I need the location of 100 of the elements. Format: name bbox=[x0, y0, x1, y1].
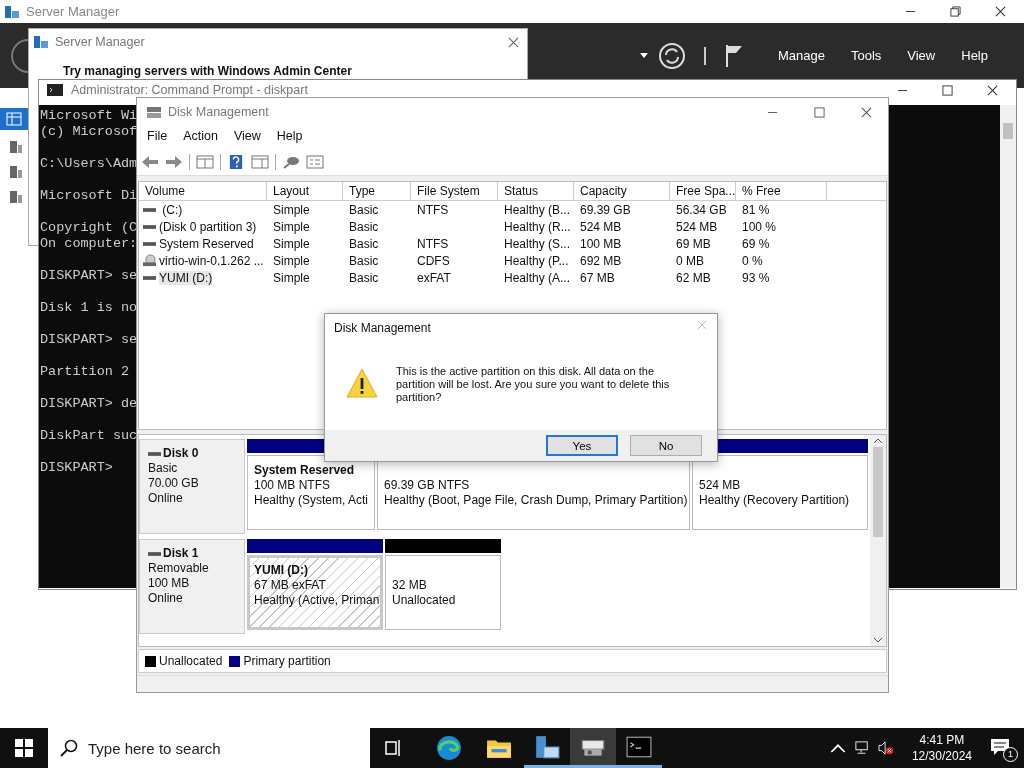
table-cell: 69 % bbox=[742, 236, 770, 251]
forward-arrow-icon[interactable] bbox=[165, 155, 183, 169]
scroll-down-icon[interactable] bbox=[874, 638, 882, 643]
console-line: Microsoft Wi bbox=[40, 108, 138, 124]
dialog-button[interactable]: No bbox=[630, 435, 702, 456]
server-manager-icon[interactable] bbox=[534, 733, 560, 760]
table-cell: exFAT bbox=[417, 270, 451, 285]
dialog-button[interactable]: Yes bbox=[546, 435, 618, 456]
menu-item[interactable]: Help bbox=[276, 129, 303, 146]
partition-box[interactable]: 32 MB Unallocated bbox=[385, 555, 501, 630]
disk-name: Disk 1 bbox=[163, 546, 199, 561]
table-cell: 0 MB bbox=[676, 253, 704, 268]
flag-icon[interactable] bbox=[723, 43, 744, 68]
menu-item[interactable]: View bbox=[233, 129, 261, 146]
disk-name: Disk 0 bbox=[163, 446, 199, 461]
drive-icon bbox=[143, 223, 156, 230]
table-cell: 524 MB bbox=[676, 219, 718, 234]
sidebar-icon[interactable] bbox=[8, 164, 24, 180]
sidebar-icon[interactable] bbox=[8, 189, 24, 205]
help-icon[interactable] bbox=[227, 155, 245, 169]
search-field[interactable]: Type here to search bbox=[86, 738, 350, 758]
partition-status: Unallocated bbox=[392, 593, 457, 608]
table-cell: 524 MB bbox=[580, 219, 622, 234]
console-line: DISKPART> se bbox=[40, 332, 138, 348]
console-line: (c) Microsof bbox=[40, 124, 138, 140]
table-cell: 67 MB bbox=[580, 270, 615, 285]
partition-name: System Reserved bbox=[254, 463, 356, 478]
partition-box[interactable]: 524 MB Healthy (Recovery Partition) bbox=[692, 455, 868, 530]
menu-item[interactable]: Help bbox=[961, 48, 988, 63]
window-title: Server Manager bbox=[26, 4, 120, 19]
table-cell: 69 MB bbox=[676, 236, 711, 251]
partition-name: YUMI (D:) bbox=[254, 563, 309, 578]
table-cell: Healthy (P... bbox=[504, 253, 569, 268]
drive-icon bbox=[143, 274, 156, 281]
menu-item[interactable]: Tools bbox=[850, 48, 882, 63]
partition-status: Healthy (System, Acti bbox=[254, 493, 368, 508]
scroll-up-icon[interactable] bbox=[874, 438, 882, 443]
sidebar-item[interactable] bbox=[0, 108, 28, 130]
table-cell: 100 MB bbox=[580, 236, 622, 251]
disk-management-icon bbox=[146, 104, 162, 120]
popup-heading: Try managing servers with Windows Admin Center bbox=[63, 64, 353, 78]
partition-size: 69.39 GB NTFS bbox=[384, 478, 471, 493]
disk-status: Online bbox=[148, 491, 184, 506]
drive-icon bbox=[148, 550, 161, 557]
menu-item[interactable]: Manage bbox=[777, 48, 825, 63]
table-cell: 56.34 GB bbox=[676, 202, 727, 217]
pane-icon[interactable] bbox=[251, 155, 269, 169]
restore-button[interactable] bbox=[950, 6, 961, 17]
partition-box[interactable]: System Reserved 100 MB NTFS Healthy (System, Acti bbox=[247, 455, 375, 530]
table-cell: NTFS bbox=[417, 236, 449, 251]
window-title: Administrator: Command Prompt - diskpart bbox=[71, 83, 308, 97]
back-arrow-icon[interactable] bbox=[141, 155, 159, 169]
table-cell: System Reserved bbox=[159, 236, 254, 251]
partition-size: 67 MB exFAT bbox=[254, 578, 327, 593]
maximize-button[interactable] bbox=[942, 85, 953, 96]
console-line: DISKPART> bbox=[40, 460, 113, 476]
maximize-button[interactable] bbox=[814, 106, 825, 118]
sidebar-icon[interactable] bbox=[8, 139, 24, 155]
table-cell: (Disk 0 partition 3) bbox=[159, 219, 257, 234]
console-line: DISKPART> se bbox=[40, 268, 138, 284]
table-cell: virtio-win-0.1.262 ... bbox=[159, 253, 264, 268]
notification-icon[interactable] bbox=[990, 738, 1010, 756]
caret-icon[interactable] bbox=[639, 53, 648, 58]
console-icon bbox=[47, 84, 63, 96]
close-button[interactable] bbox=[995, 6, 1006, 17]
search-bar[interactable]: Type here to search bbox=[48, 728, 370, 768]
disk-type: Basic bbox=[148, 461, 179, 476]
menu-item[interactable]: View bbox=[907, 48, 936, 63]
table-cell: 692 MB bbox=[580, 253, 622, 268]
dashboard-icon bbox=[6, 111, 22, 127]
close-button[interactable] bbox=[861, 106, 872, 118]
task-view-icon[interactable] bbox=[384, 740, 402, 756]
muted-speaker-icon[interactable] bbox=[877, 741, 894, 755]
console-line: Disk 1 is no bbox=[40, 300, 138, 316]
close-button[interactable] bbox=[987, 85, 998, 96]
pane-icon[interactable] bbox=[196, 155, 214, 169]
search-icon bbox=[60, 739, 78, 757]
browser-icon[interactable] bbox=[436, 735, 462, 761]
console-line: Microsoft Di bbox=[40, 188, 138, 204]
dialog-title: Disk Management bbox=[334, 321, 431, 335]
clock-time[interactable]: 4:41 PM bbox=[919, 732, 965, 748]
connect-icon[interactable] bbox=[282, 155, 300, 169]
network-icon[interactable] bbox=[853, 741, 870, 755]
partition-box[interactable]: YUMI (D:) 67 MB exFAT Healthy (Active, Priman bbox=[247, 555, 383, 630]
table-cell: Basic bbox=[349, 202, 379, 217]
table-cell: 81 % bbox=[742, 202, 770, 217]
window-title: Server Manager bbox=[55, 35, 145, 49]
table-cell: Simple bbox=[273, 219, 310, 234]
scrollbar[interactable] bbox=[1000, 105, 1016, 588]
clock-date[interactable]: 12/30/2024 bbox=[911, 748, 972, 764]
table-cell: 69.39 GB bbox=[580, 202, 631, 217]
scrollbar[interactable] bbox=[870, 435, 886, 646]
close-button[interactable] bbox=[508, 36, 519, 48]
table-cell: Simple bbox=[273, 270, 310, 285]
start-button[interactable] bbox=[15, 739, 33, 757]
refresh-button[interactable] bbox=[657, 41, 686, 70]
menu-item[interactable]: Action bbox=[183, 129, 218, 146]
partition-size: 100 MB NTFS bbox=[254, 478, 332, 493]
menu-item[interactable]: File bbox=[147, 129, 168, 146]
table-cell: Basic bbox=[349, 219, 379, 234]
